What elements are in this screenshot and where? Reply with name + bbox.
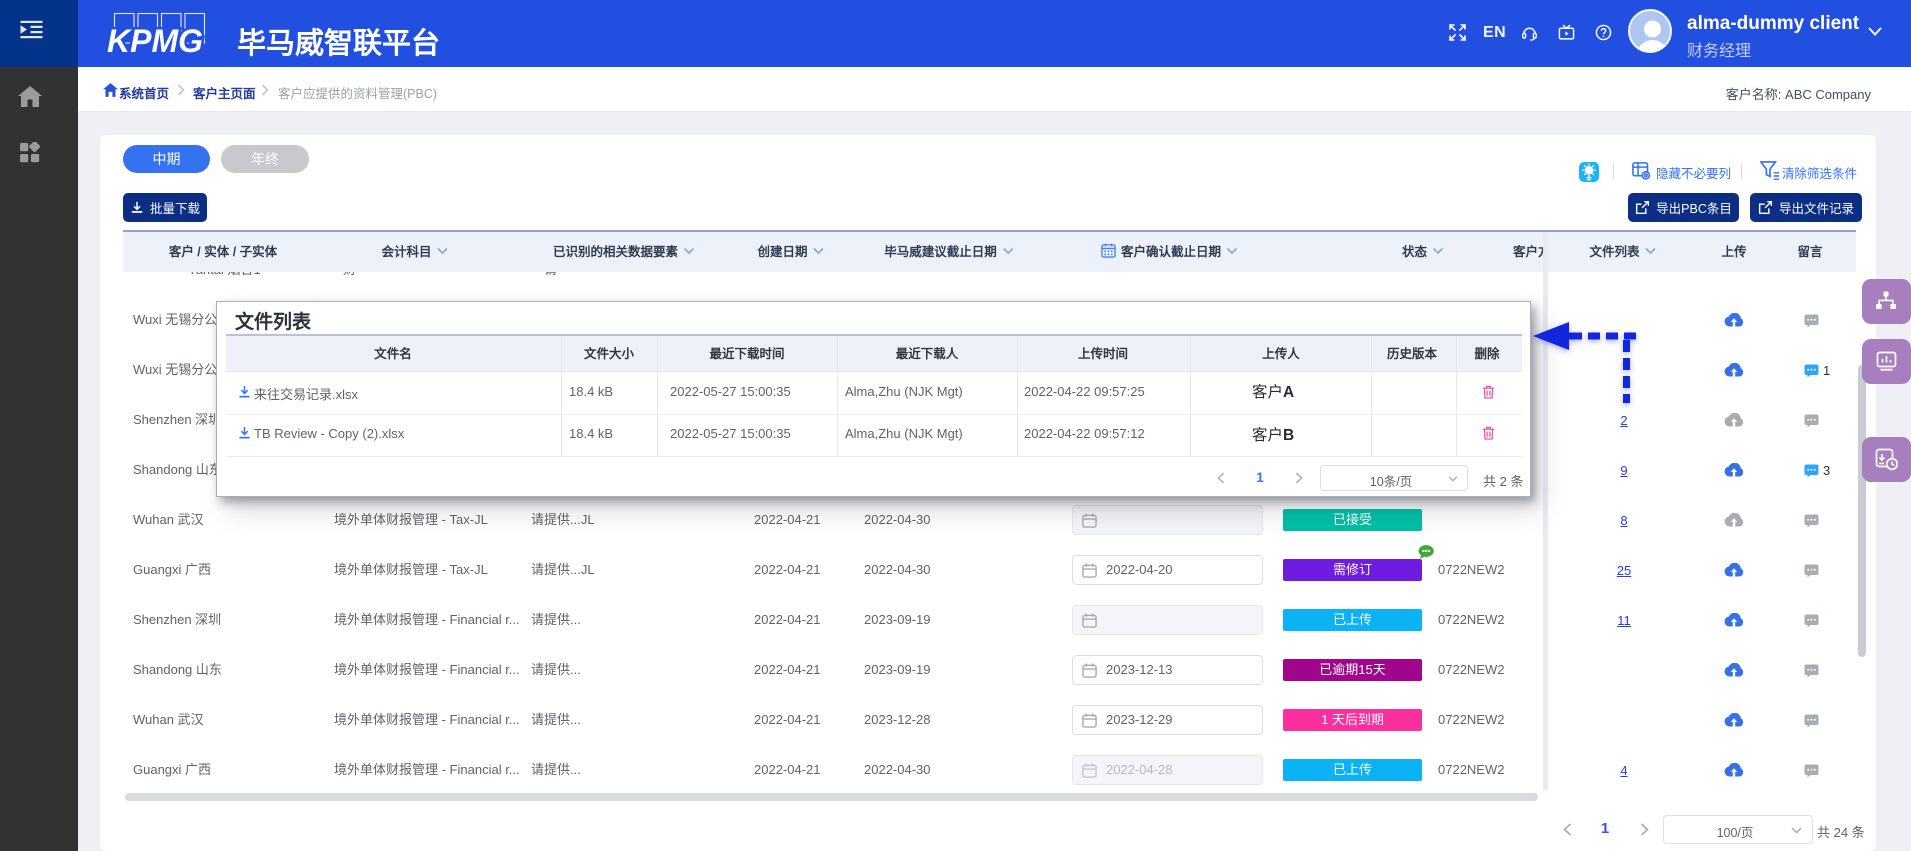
svg-text:KPMG: KPMG [107,23,203,59]
